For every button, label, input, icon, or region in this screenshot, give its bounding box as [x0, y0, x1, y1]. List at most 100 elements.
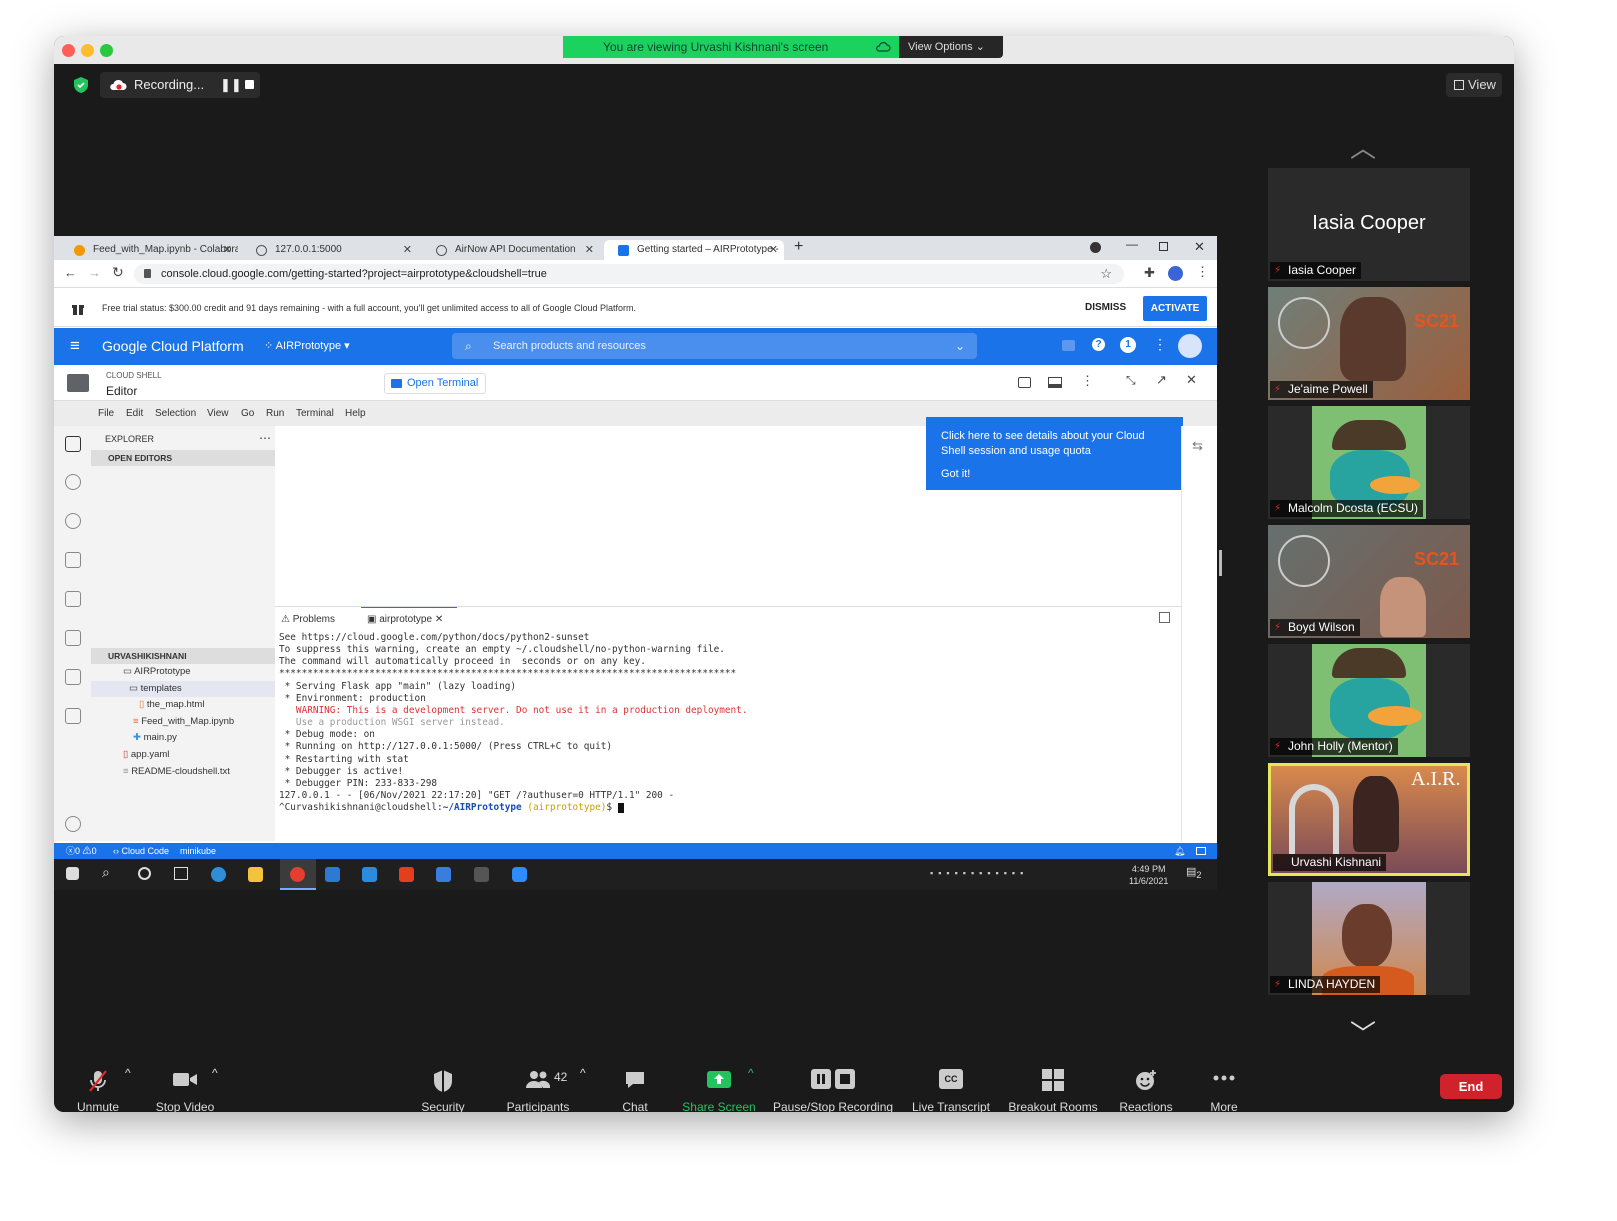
compare-icon[interactable]: ⇆: [1192, 438, 1203, 454]
participant-tile[interactable]: ⚡︎ John Holly (Mentor): [1268, 644, 1470, 757]
chat-button[interactable]: Chat: [622, 1100, 647, 1112]
notification-center-icon[interactable]: ▤2: [1186, 865, 1202, 880]
cc-icon[interactable]: CC: [939, 1069, 963, 1089]
open-new-window-icon[interactable]: ↗: [1156, 372, 1167, 388]
more-vert-icon[interactable]: ⋮: [1153, 336, 1167, 353]
more-icon[interactable]: [1213, 1075, 1235, 1081]
share-screen-icon[interactable]: [707, 1069, 731, 1089]
cloud-code-icon[interactable]: [65, 591, 81, 607]
participants-icon[interactable]: [525, 1069, 551, 1089]
help-icon[interactable]: ?: [1092, 338, 1105, 351]
mic-muted-icon[interactable]: [86, 1069, 110, 1093]
mail-icon[interactable]: [325, 867, 340, 882]
chevron-down-icon[interactable]: ⌄: [955, 333, 965, 359]
cortana-icon[interactable]: [138, 867, 151, 880]
restore-icon[interactable]: [1159, 242, 1168, 251]
menu-help[interactable]: Help: [345, 408, 366, 419]
forward-arrow-icon[interactable]: →: [88, 265, 101, 280]
tab-close-icon[interactable]: ✕: [769, 240, 778, 260]
tab-problems[interactable]: ⚠ Problems: [281, 614, 335, 625]
browser-tab[interactable]: 127.0.0.1:5000 ✕: [242, 240, 418, 260]
participant-tile-active-speaker[interactable]: A.I.R. Urvashi Kishnani: [1268, 763, 1470, 876]
shield-icon[interactable]: [433, 1069, 453, 1093]
chat-icon[interactable]: [624, 1069, 646, 1091]
browser-tab[interactable]: AirNow API Documentation ✕: [422, 240, 600, 260]
cloud-shell-icon[interactable]: [1062, 340, 1075, 351]
stop-recording-icon[interactable]: [245, 80, 254, 89]
extensions-puzzle-icon[interactable]: ✚: [1144, 265, 1155, 281]
open-terminal-button[interactable]: Open Terminal: [384, 373, 486, 394]
gallery-down-arrow-icon[interactable]: ﹀: [1350, 1014, 1376, 1051]
system-tray-icons[interactable]: ▪▪▪▪▪▪▪▪▪▪▪▪: [930, 868, 1028, 878]
source-control-icon[interactable]: [65, 513, 81, 529]
security-button[interactable]: Security: [421, 1100, 464, 1112]
split-panel-icon[interactable]: [1159, 612, 1170, 623]
pause-stop-recording-button[interactable]: Pause/Stop Recording: [773, 1100, 893, 1112]
menu-terminal[interactable]: Terminal: [296, 408, 334, 419]
close-shell-icon[interactable]: ✕: [1186, 372, 1197, 388]
search-input[interactable]: ⌕ Search products and resources ⌄: [452, 333, 977, 359]
search-icon[interactable]: [65, 474, 81, 490]
participants-button[interactable]: Participants: [507, 1100, 570, 1112]
bookmark-star-icon[interactable]: ☆: [1100, 264, 1112, 284]
end-meeting-button[interactable]: End: [1440, 1074, 1502, 1099]
zoom-app-icon[interactable]: [512, 867, 527, 882]
clock[interactable]: 4:49 PM 11/6/2021: [1129, 863, 1168, 887]
audio-options-chevron-icon[interactable]: ^: [125, 1066, 131, 1080]
share-screen-button[interactable]: Share Screen: [682, 1100, 755, 1112]
secret-manager-icon[interactable]: [65, 669, 81, 685]
office-icon[interactable]: [399, 867, 414, 882]
tree-item-file[interactable]: ▯ app.yaml: [123, 749, 169, 760]
gallery-up-arrow-icon[interactable]: ︿: [1350, 128, 1376, 165]
terminal-app-icon[interactable]: [474, 867, 489, 882]
maximize-window-button[interactable]: [100, 44, 113, 57]
explorer-more-icon[interactable]: ⋯: [259, 431, 271, 445]
got-it-button[interactable]: Got it!: [941, 467, 1168, 482]
tree-item-file[interactable]: ≡ README-cloudshell.txt: [123, 766, 230, 777]
tree-item-file[interactable]: ≡ Feed_with_Map.ipynb: [133, 716, 234, 727]
stop-video-button[interactable]: Stop Video: [156, 1100, 215, 1112]
video-camera-icon[interactable]: [172, 1069, 198, 1089]
pause-stop-icon[interactable]: [811, 1069, 855, 1089]
minikube-status[interactable]: minikube: [180, 843, 216, 859]
participants-chevron-icon[interactable]: ^: [580, 1066, 586, 1080]
participant-tile[interactable]: ⚡︎ LINDA HAYDEN: [1268, 882, 1470, 995]
menu-file[interactable]: File: [98, 408, 114, 419]
browser-tab[interactable]: Feed_with_Map.ipynb - Colabora ✕: [60, 240, 238, 260]
back-arrow-icon[interactable]: ←: [64, 265, 77, 280]
layout-icon[interactable]: [1196, 847, 1206, 855]
browser-menu-icon[interactable]: ⋮: [1196, 264, 1209, 280]
tree-item-file[interactable]: ✚ main.py: [133, 732, 177, 743]
task-view-icon[interactable]: [174, 867, 188, 880]
profile-avatar-icon[interactable]: [1168, 266, 1183, 281]
tab-close-icon[interactable]: ✕: [403, 240, 412, 260]
terminal-output[interactable]: See https://cloud.google.com/python/docs…: [279, 632, 1169, 840]
participant-tile[interactable]: SC21 ⚡︎ Boyd Wilson: [1268, 525, 1470, 638]
bell-icon[interactable]: 🔔︎: [1174, 843, 1185, 859]
share-chevron-icon[interactable]: ^: [748, 1066, 754, 1080]
tab-close-icon[interactable]: ✕: [223, 240, 232, 260]
url-field[interactable]: console.cloud.google.com/getting-started…: [134, 264, 1124, 284]
windows-start-icon[interactable]: [66, 867, 79, 880]
view-options-button[interactable]: View Options ⌄: [899, 36, 1003, 58]
l-app-icon[interactable]: [362, 867, 377, 882]
profile-menu-icon[interactable]: [1090, 242, 1101, 253]
notifications-badge[interactable]: 1: [1120, 337, 1136, 353]
search-icon[interactable]: ⌕: [102, 864, 110, 881]
web-preview-icon[interactable]: [1018, 377, 1031, 388]
participant-tile[interactable]: SC21 ⚡︎ Je'aime Powell: [1268, 287, 1470, 400]
breakout-rooms-icon[interactable]: [1042, 1069, 1064, 1091]
activate-button[interactable]: ACTIVATE: [1143, 296, 1207, 321]
reactions-button[interactable]: Reactions: [1119, 1100, 1172, 1112]
menu-view[interactable]: View: [207, 408, 229, 419]
video-options-chevron-icon[interactable]: ^: [212, 1066, 218, 1080]
api-icon[interactable]: [65, 630, 81, 646]
todo-icon[interactable]: [436, 867, 451, 882]
hamburger-menu-icon[interactable]: ≡: [70, 336, 80, 356]
menu-go[interactable]: Go: [241, 408, 254, 419]
explorer-files-icon[interactable]: [65, 436, 81, 452]
open-editors-section[interactable]: OPEN EDITORS: [91, 450, 275, 466]
view-button[interactable]: View: [1446, 73, 1502, 97]
close-window-button[interactable]: [62, 44, 75, 57]
menu-run[interactable]: Run: [266, 408, 284, 419]
